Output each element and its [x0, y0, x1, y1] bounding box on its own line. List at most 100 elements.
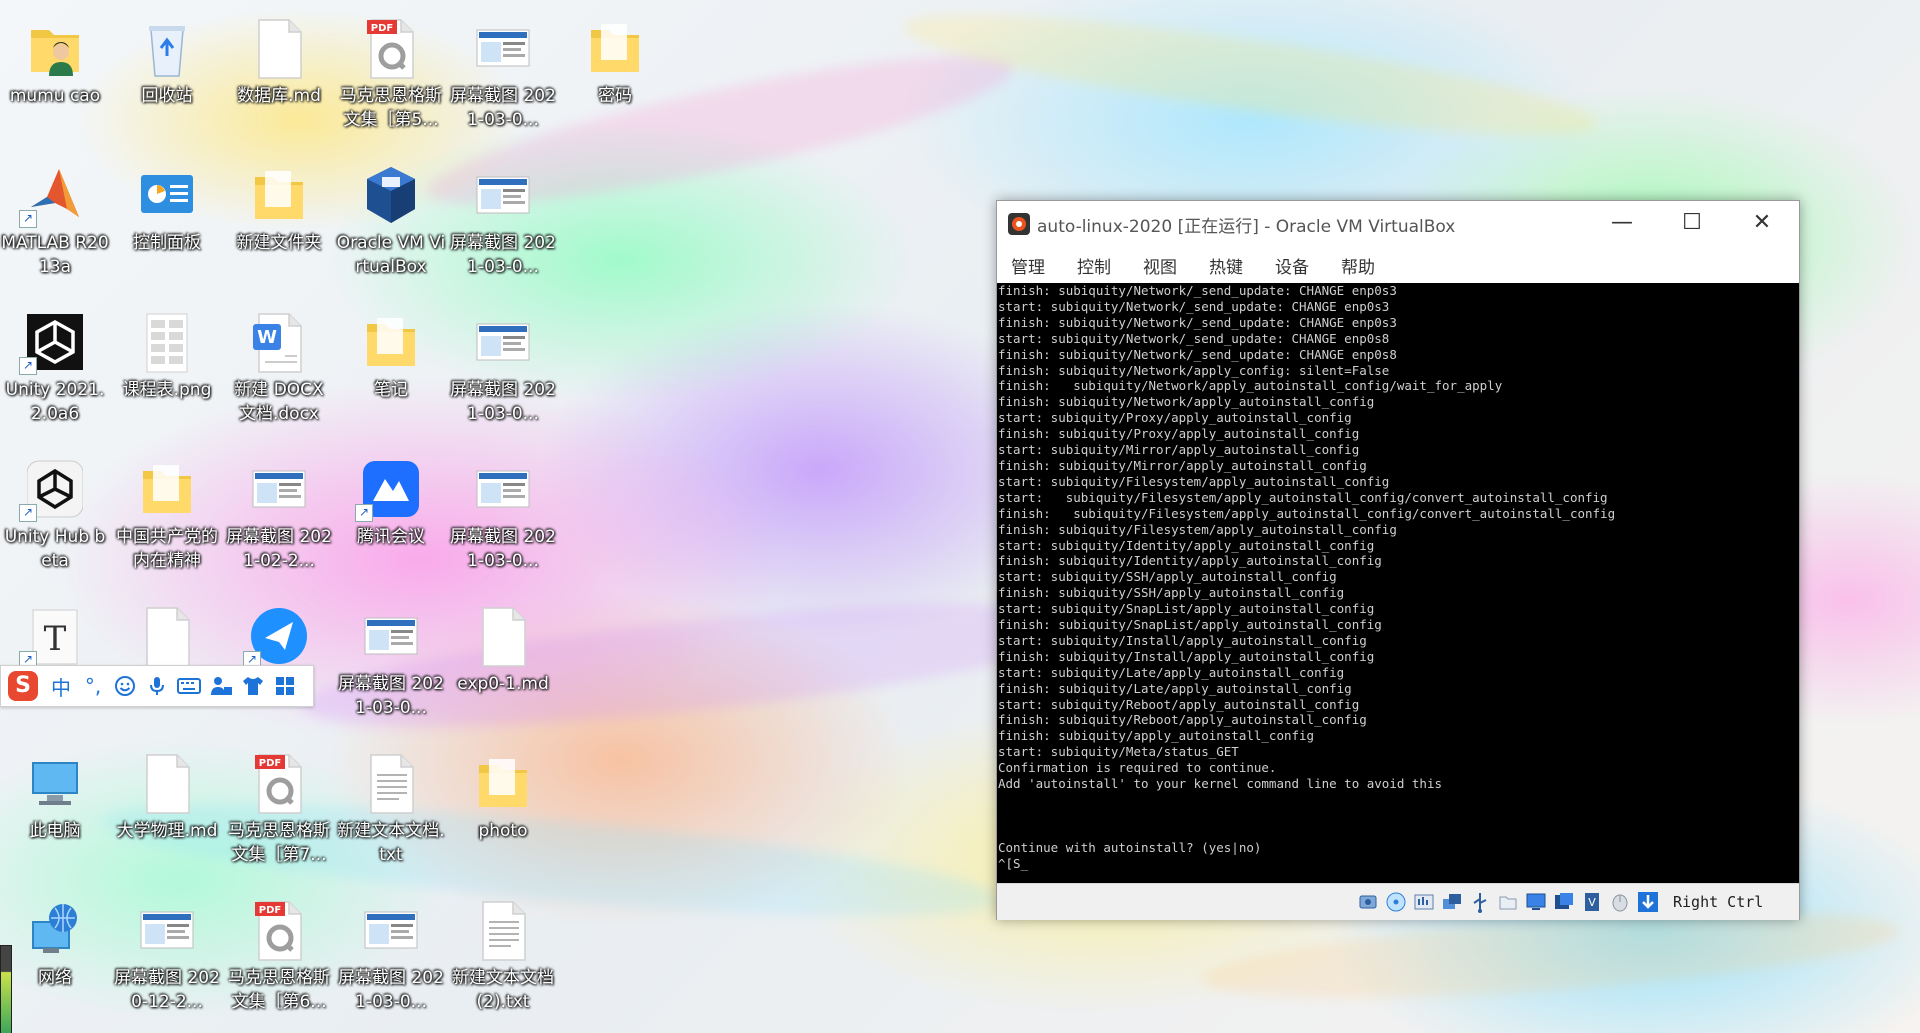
audio-icon[interactable] [1413, 891, 1435, 913]
menu-item[interactable]: 控制 [1077, 253, 1111, 278]
desktop-icon[interactable]: 屏幕截图 2021-03-0... [448, 6, 558, 146]
menu-item[interactable]: 管理 [1011, 253, 1045, 278]
ime-toolbar[interactable]: S 中 °, [0, 665, 314, 707]
close-button[interactable]: ✕ [1727, 201, 1797, 247]
optical-disk-icon[interactable] [1385, 891, 1407, 913]
shortcut-arrow-icon: ↗ [19, 504, 37, 522]
desktop-icon-label: 大学物理.md [116, 821, 218, 841]
desktop-icon[interactable]: 大学物理.md [112, 741, 222, 881]
network-adapter-icon[interactable] [1441, 891, 1463, 913]
screenshot-icon [251, 457, 307, 521]
screenshot-icon [475, 16, 531, 80]
desktop-icon[interactable]: exp0-1.md [448, 594, 558, 734]
vm-console[interactable]: finish: subiquity/Network/_send_update: … [997, 283, 1799, 883]
mouse-integration-icon[interactable] [1609, 891, 1631, 913]
desktop-icon[interactable]: PDF 马克思恩格斯文集［第6... [224, 888, 334, 1028]
desktop-icon[interactable]: 屏幕截图 2021-03-0... [448, 447, 558, 587]
desktop-icon[interactable]: 屏幕截图 2021-03-0... [336, 594, 446, 734]
desktop-icon-label: 新建 DOCX 文档.docx [234, 380, 324, 424]
desktop-icon[interactable]: ↗ MATLAB R2013a [0, 153, 110, 293]
skin-shirt-icon[interactable] [237, 668, 269, 704]
keyboard-icon[interactable] [173, 668, 205, 704]
desktop-icon[interactable]: 屏幕截图 2021-03-0... [448, 300, 558, 440]
emoji-icon[interactable] [109, 668, 141, 704]
desktop-icon[interactable]: PDF 马克思恩格斯文集［第5... [336, 6, 446, 146]
minimize-button[interactable]: — [1587, 201, 1657, 247]
desktop-icon[interactable]: 新建文件夹 [224, 153, 334, 293]
host-key-arrow-icon[interactable] [1637, 891, 1659, 913]
desktop-icon-label: Oracle VM VirtualBox [336, 233, 446, 277]
desktop-icon[interactable]: 中国共产党的内在精神 [112, 447, 222, 587]
control-panel-icon [139, 163, 195, 227]
desktop-icon[interactable] [112, 594, 222, 734]
menu-item[interactable]: 热键 [1209, 253, 1243, 278]
desktop-icon[interactable]: Oracle VM VirtualBox [336, 153, 446, 293]
user-tools-icon[interactable] [205, 668, 237, 704]
status-bar: V Right Ctrl [997, 883, 1799, 920]
usb-icon[interactable] [1469, 891, 1491, 913]
folder-icon [363, 310, 419, 374]
shortcut-arrow-icon: ↗ [19, 357, 37, 375]
desktop-icon[interactable]: 屏幕截图 2021-03-0... [448, 153, 558, 293]
desktop-icon[interactable]: ↗ Unity Hub beta [0, 447, 110, 587]
desktop-icon[interactable]: 屏幕截图 2021-03-0... [336, 888, 446, 1028]
cpu-virtualization-icon[interactable]: V [1581, 891, 1603, 913]
image-icon [139, 310, 195, 374]
menu-item[interactable]: 帮助 [1341, 253, 1375, 278]
recording-icon[interactable] [1553, 891, 1575, 913]
desktop-icon[interactable]: 回收站 [112, 6, 222, 146]
pdf-icon: PDF [363, 16, 419, 80]
shortcut-arrow-icon: ↗ [355, 504, 373, 522]
desktop-icon[interactable]: T ↗ [0, 594, 110, 734]
virtualbox-window[interactable]: auto-linux-2020 [正在运行] - Oracle VM Virtu… [996, 200, 1800, 920]
desktop-icon[interactable]: 数据库.md [224, 6, 334, 146]
punctuation-button[interactable]: °, [77, 668, 109, 704]
grid-apps-icon[interactable] [269, 668, 301, 704]
desktop-icon-label: 屏幕截图 2021-03-0... [450, 380, 556, 424]
desktop-icon[interactable]: PDF 马克思恩格斯文集［第7... [224, 741, 334, 881]
shared-folder-icon[interactable] [1497, 891, 1519, 913]
maximize-button[interactable]: ☐ [1657, 201, 1727, 247]
ime-mode-button[interactable]: 中 [45, 668, 77, 704]
desktop-icon[interactable]: 此电脑 [0, 741, 110, 881]
desktop-icon-label: 腾讯会议 [357, 527, 425, 547]
desktop-icon-label: photo [478, 821, 528, 841]
folder-icon [475, 751, 531, 815]
desktop-icon[interactable]: 密码 [560, 6, 670, 146]
desktop-icon[interactable]: mumu cao [0, 6, 110, 146]
desktop-icon-label: 网络 [38, 968, 72, 988]
desktop-icon[interactable]: 屏幕截图 2021-02-2... [224, 447, 334, 587]
desktop-icon-label: MATLAB R2013a [1, 233, 109, 277]
desktop-icon[interactable]: 新建文本文档 (2).txt [448, 888, 558, 1028]
text-file-icon [475, 898, 531, 962]
desktop-icon[interactable]: ↗ [224, 594, 334, 734]
desktop-icon[interactable]: 新建文本文档.txt [336, 741, 446, 881]
desktop-icon[interactable]: 网络 [0, 888, 110, 1028]
desktop-icon-label: 马克思恩格斯文集［第5... [340, 86, 442, 130]
screenshot-icon [475, 310, 531, 374]
microphone-icon[interactable] [141, 668, 173, 704]
word-doc-icon: W [251, 310, 307, 374]
desktop-icon[interactable]: ↗ Unity 2021.2.0a6 [0, 300, 110, 440]
desktop-icon[interactable]: W 新建 DOCX 文档.docx [224, 300, 334, 440]
desktop-icon[interactable]: 课程表.png [112, 300, 222, 440]
desktop-icon-label: 新建文本文档 (2).txt [452, 968, 554, 1012]
folder-icon [587, 16, 643, 80]
desktop-icon-label: 马克思恩格斯文集［第7... [228, 821, 330, 865]
sogou-logo-icon[interactable]: S [1, 668, 45, 704]
desktop-icon[interactable]: 屏幕截图 2020-12-2... [112, 888, 222, 1028]
desktop-icon[interactable]: 笔记 [336, 300, 446, 440]
recycle-bin-icon [139, 16, 195, 80]
hard-disk-icon[interactable] [1357, 891, 1379, 913]
title-bar[interactable]: auto-linux-2020 [正在运行] - Oracle VM Virtu… [997, 201, 1799, 247]
desktop-icon[interactable]: photo [448, 741, 558, 881]
desktop-icon[interactable]: ↗ 腾讯会议 [336, 447, 446, 587]
display-icon[interactable] [1525, 891, 1547, 913]
document-icon [475, 604, 531, 668]
desktop-icon[interactable]: 控制面板 [112, 153, 222, 293]
screenshot-icon [363, 898, 419, 962]
svg-text:PDF: PDF [259, 905, 281, 916]
menu-item[interactable]: 视图 [1143, 253, 1177, 278]
pdf-icon: PDF [251, 898, 307, 962]
menu-item[interactable]: 设备 [1275, 253, 1309, 278]
